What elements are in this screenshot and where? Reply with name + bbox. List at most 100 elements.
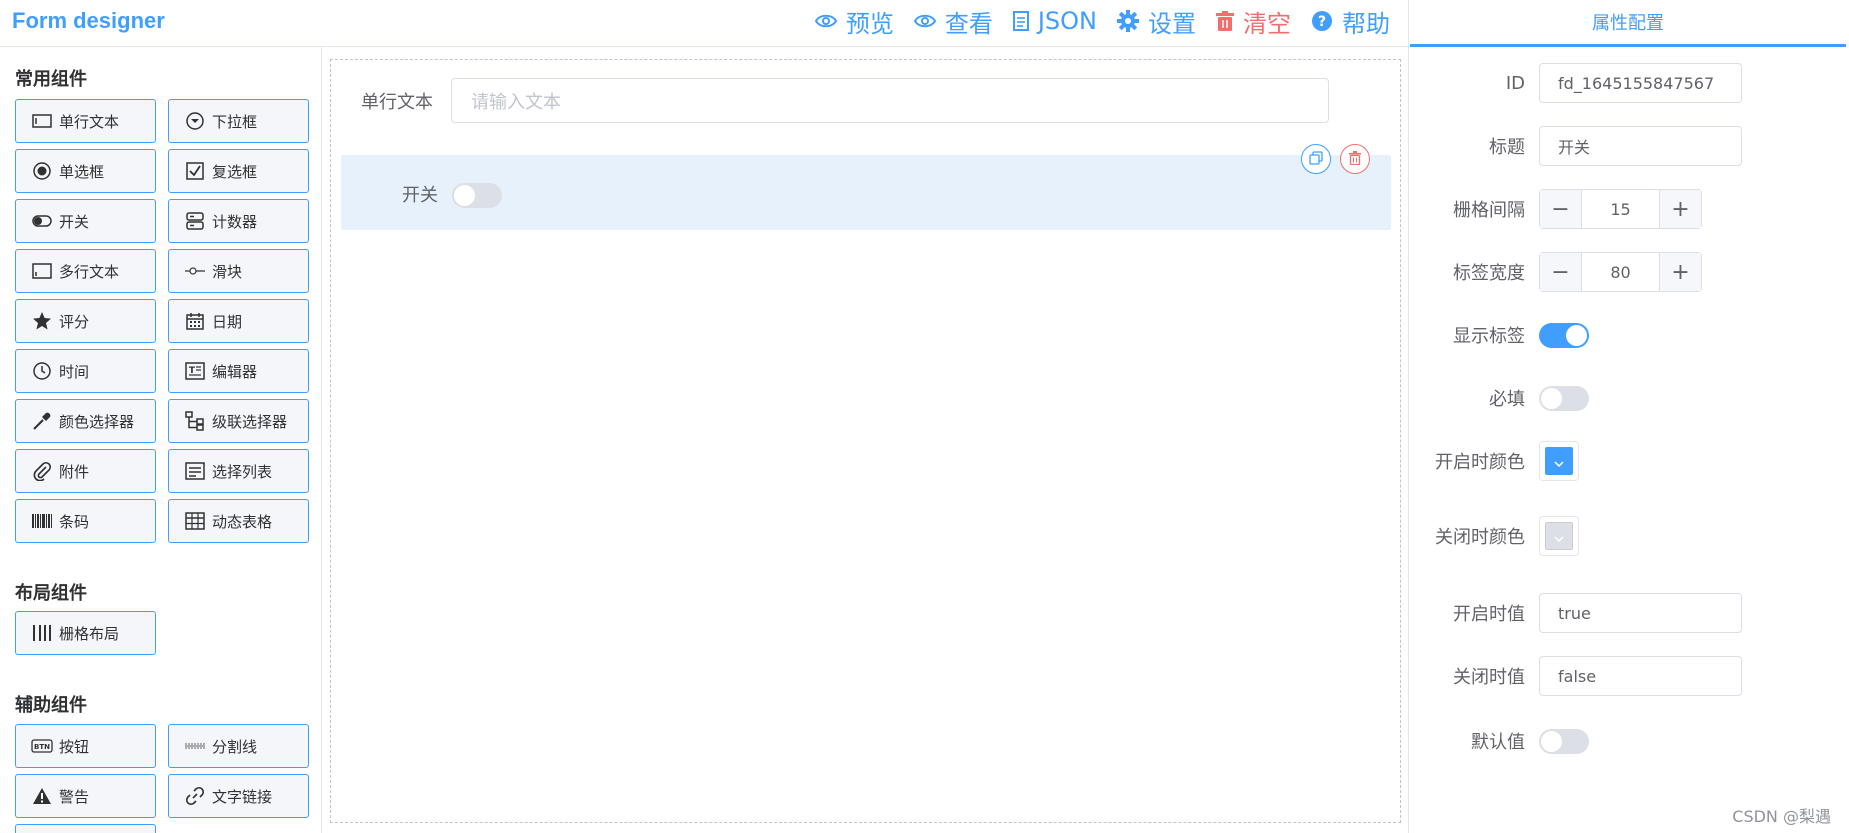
cascader-icon	[184, 411, 206, 431]
component-cascader[interactable]: 级联选择器	[168, 399, 309, 443]
increment-button[interactable]: +	[1659, 190, 1701, 228]
form-item-label: 单行文本	[361, 91, 433, 113]
form-item-switch-selected[interactable]: 开关	[341, 144, 1391, 230]
counter-icon	[184, 211, 206, 231]
component-attachment[interactable]: 附件	[15, 449, 156, 493]
prop-inactive-color: 关闭时颜色	[1409, 516, 1849, 556]
prop-default-value: 默认值	[1409, 728, 1849, 754]
auxiliary-components-title: 辅助组件	[15, 695, 87, 716]
eye-icon	[814, 13, 837, 29]
watermark: CSDN @梨遇	[1732, 807, 1831, 826]
component-grid[interactable]: 栅格布局	[15, 611, 156, 655]
clock-icon	[31, 361, 53, 381]
component-alert[interactable]: 警告	[15, 774, 156, 818]
attachment-icon	[31, 461, 53, 481]
component-select-list[interactable]: 选择列表	[168, 449, 309, 493]
prop-label: 显示标签	[1453, 326, 1525, 347]
prop-label: 必填	[1489, 389, 1525, 410]
grid-icon	[31, 623, 53, 643]
stepper-value[interactable]: 80	[1582, 253, 1659, 291]
inactive-value-input[interactable]: false	[1539, 656, 1742, 696]
component-time[interactable]: 时间	[15, 349, 156, 393]
form-item-text[interactable]: 单行文本 请输入文本	[361, 78, 1329, 123]
clear-button[interactable]: 清空	[1216, 4, 1291, 39]
preview-button[interactable]: 预览	[814, 4, 894, 39]
component-radio[interactable]: 单选框	[15, 149, 156, 193]
prop-label: 标题	[1489, 137, 1525, 158]
component-rate[interactable]: 评分	[15, 299, 156, 343]
component-label: 单选框	[59, 162, 105, 181]
component-textarea[interactable]: 多行文本	[15, 249, 156, 293]
prop-label: 标签宽度	[1453, 263, 1525, 284]
help-button[interactable]: ? 帮助	[1311, 4, 1390, 39]
component-counter[interactable]: 计数器	[168, 199, 309, 243]
barcode-icon	[31, 511, 53, 531]
component-label: 开关	[59, 212, 90, 231]
eye-icon	[913, 13, 936, 29]
component-button[interactable]: BTN 按钮	[15, 724, 156, 768]
chevron-down-icon	[1554, 527, 1564, 546]
decrement-button[interactable]: −	[1540, 253, 1582, 291]
editor-icon: T	[184, 361, 206, 381]
component-label: 动态表格	[212, 512, 273, 531]
json-button[interactable]: JSON	[1012, 7, 1097, 35]
view-label: 查看	[944, 9, 993, 38]
component-more[interactable]	[15, 824, 156, 833]
id-input[interactable]: fd_1645155847567	[1539, 63, 1742, 103]
required-switch[interactable]	[1539, 385, 1589, 411]
divider-icon	[184, 736, 206, 756]
prop-required: 必填	[1409, 385, 1849, 411]
component-barcode[interactable]: 条码	[15, 499, 156, 543]
component-label: 时间	[59, 362, 90, 381]
component-input[interactable]: 单行文本	[15, 99, 156, 143]
component-color-picker[interactable]: 颜色选择器	[15, 399, 156, 443]
component-checkbox[interactable]: 复选框	[168, 149, 309, 193]
component-date[interactable]: 日期	[168, 299, 309, 343]
svg-text:?: ?	[1318, 14, 1326, 30]
component-switch[interactable]: 开关	[15, 199, 156, 243]
color-picker-icon	[31, 411, 53, 431]
copy-item-button[interactable]	[1301, 144, 1331, 174]
stepper-value[interactable]: 15	[1582, 190, 1659, 228]
component-label: 编辑器	[212, 362, 258, 381]
component-editor[interactable]: T 编辑器	[168, 349, 309, 393]
show-label-switch[interactable]	[1539, 322, 1589, 348]
app-logo: Form designer	[12, 8, 165, 33]
delete-item-button[interactable]	[1340, 144, 1370, 174]
component-label: 滑块	[212, 262, 243, 281]
tab-property-config[interactable]: 属性配置	[1410, 0, 1846, 47]
decrement-button[interactable]: −	[1540, 190, 1582, 228]
label-width-stepper: − 80 +	[1539, 252, 1702, 292]
input-value: false	[1558, 666, 1597, 686]
component-label: 栅格布局	[59, 624, 120, 643]
form-canvas[interactable]: 单行文本 请输入文本 开关	[330, 59, 1401, 823]
text-input[interactable]: 请输入文本	[451, 78, 1329, 123]
active-color-picker[interactable]	[1539, 441, 1579, 481]
component-text-link[interactable]: 文字链接	[168, 774, 309, 818]
property-panel: 属性配置 ID fd_1645155847567 标题 开关 栅格间隔 − 15…	[1408, 0, 1849, 833]
help-icon: ?	[1311, 10, 1333, 32]
component-label: 级联选择器	[212, 412, 288, 431]
input-value: fd_1645155847567	[1558, 73, 1715, 93]
component-select[interactable]: 下拉框	[168, 99, 309, 143]
default-value-switch[interactable]	[1539, 728, 1589, 754]
trash-icon	[1349, 150, 1361, 169]
inactive-color-picker[interactable]	[1539, 516, 1579, 556]
switch-icon	[31, 211, 53, 231]
component-label: 文字链接	[212, 787, 273, 806]
view-button[interactable]: 查看	[913, 4, 993, 39]
increment-button[interactable]: +	[1659, 253, 1701, 291]
component-dynamic-table[interactable]: 动态表格	[168, 499, 309, 543]
component-slider[interactable]: 滑块	[168, 249, 309, 293]
chevron-down-icon	[1554, 452, 1564, 471]
switch-toggle[interactable]	[452, 183, 502, 208]
active-value-input[interactable]: true	[1539, 593, 1742, 633]
layout-components-title: 布局组件	[15, 583, 87, 604]
component-label: 复选框	[212, 162, 258, 181]
settings-button[interactable]: 设置	[1117, 4, 1196, 39]
title-input[interactable]: 开关	[1539, 126, 1742, 166]
component-label: 选择列表	[212, 462, 273, 481]
gutter-stepper: − 15 +	[1539, 189, 1702, 229]
component-divider[interactable]: 分割线	[168, 724, 309, 768]
prop-id: ID fd_1645155847567	[1409, 63, 1849, 103]
